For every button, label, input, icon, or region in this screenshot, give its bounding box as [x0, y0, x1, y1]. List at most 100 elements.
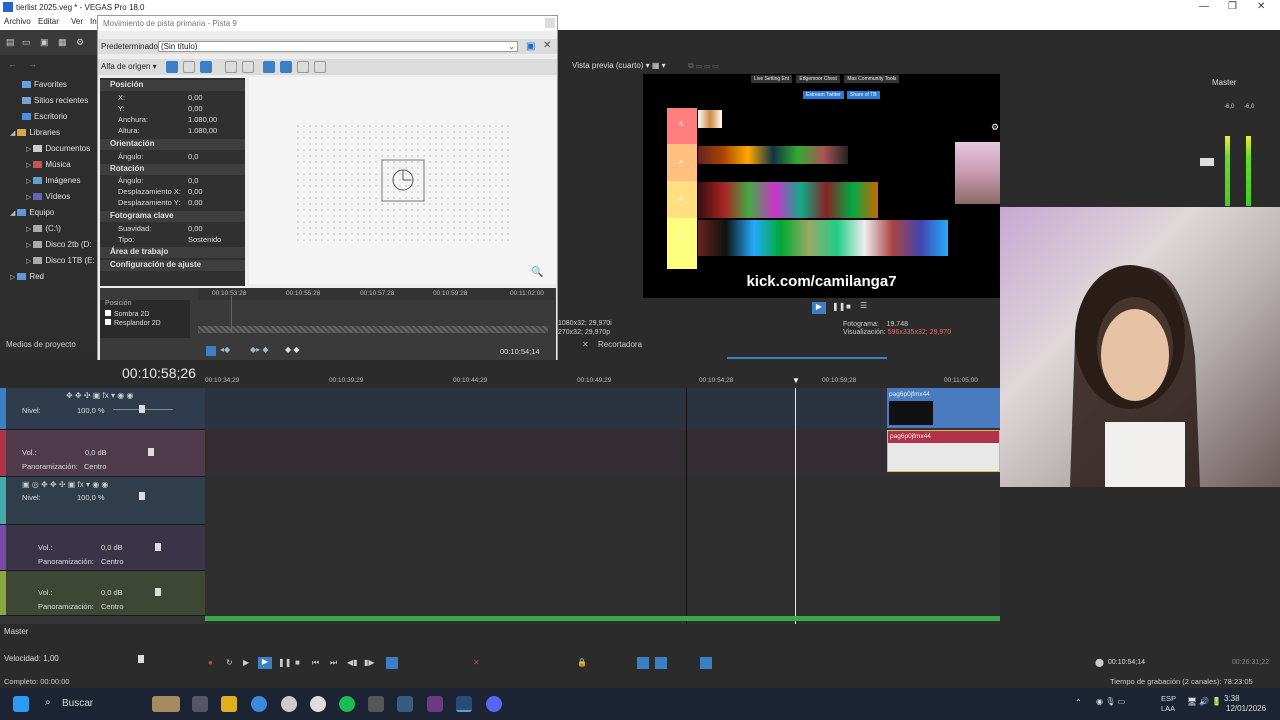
alpha-dropdown[interactable]: Alfa de origen ▾ [101, 62, 157, 71]
prev-frame-icon[interactable]: ◀▮ [347, 658, 358, 667]
taskbar-search[interactable]: Buscar [62, 698, 93, 709]
language-layout[interactable]: LAA [1161, 704, 1175, 713]
tree-item-music[interactable]: ▷ Música [26, 160, 71, 169]
motion-scroll-track[interactable] [198, 326, 548, 333]
section-keyframe[interactable]: Fotograma clave [100, 211, 245, 222]
level-slider[interactable] [139, 492, 145, 500]
tree-item-desktop[interactable]: Escritorio [22, 112, 67, 121]
save-icon[interactable]: ▣ [40, 37, 49, 48]
audio-clip[interactable]: pag6p0jfmx44 [887, 430, 1000, 472]
track-audio-1[interactable]: Vol.: 0,0 dB Panoramización: Centro [0, 430, 205, 477]
first-keyframe-icon[interactable]: ◂◆ [220, 345, 230, 354]
offset-x-value[interactable]: 0,00 [188, 187, 203, 196]
prevent-movement-icon[interactable] [314, 61, 326, 73]
menu-editar[interactable]: Editar [38, 17, 59, 26]
menu-icon[interactable]: ☰ [860, 301, 867, 310]
next-keyframe-icon[interactable]: ◆▸ ◆ [250, 345, 269, 354]
save-preset-icon[interactable]: ▣ [526, 41, 535, 52]
stop-icon[interactable]: ■ [846, 302, 851, 311]
tree-item-images[interactable]: ▷ Imágenes [26, 176, 80, 185]
width-value[interactable]: 1.080,00 [188, 115, 217, 124]
preset-dropdown[interactable]: (Sin título) ⌄ [158, 41, 518, 52]
audio-envelope[interactable] [205, 616, 1000, 621]
tree-item-documents[interactable]: ▷ Documentos [26, 144, 90, 153]
track-vol-value[interactable]: 0,0 dB [85, 448, 107, 457]
section-snap-settings[interactable]: Configuración de ajuste [100, 260, 245, 271]
tree-item-videos[interactable]: ▷ Vídeos [26, 192, 70, 201]
track-video-1[interactable]: ✥ ✥ ✣ ▣ fx ▾ ◉ ◉ Nivel: 100,0 % [0, 388, 205, 430]
speed-slider[interactable] [138, 655, 144, 663]
track-audio-2[interactable]: Vol.: 0,0 dB Panoramización: Centro [0, 525, 205, 571]
zoom-tool-icon[interactable] [200, 61, 212, 73]
language-code[interactable]: ESP [1161, 694, 1176, 703]
motion-track-shadow[interactable]: Sombra 2D [105, 310, 149, 318]
tab-trimmer[interactable]: Recortadora [598, 340, 642, 349]
minimize-icon[interactable]: — [1199, 1, 1209, 12]
play-icon[interactable]: ▶ [812, 302, 826, 314]
lock-icon[interactable]: 🔒 [577, 658, 587, 667]
edit-z-icon[interactable] [297, 61, 309, 73]
spotify-icon[interactable] [339, 696, 355, 712]
vegas-icon[interactable] [456, 696, 472, 712]
play-from-start-icon[interactable]: ▶ [243, 658, 249, 667]
section-position[interactable]: Posición [100, 80, 245, 91]
track-controls-icon[interactable]: ▣ ◎ ✥ ✥ ✣ ▣ fx ▾ ◉ ◉ [22, 480, 108, 489]
smoothness-value[interactable]: 0,00 [188, 224, 203, 233]
properties-icon[interactable]: ▦ [58, 37, 67, 48]
network-icon[interactable]: 🖥 🔊 🔋 [1187, 697, 1222, 706]
tree-item-libraries[interactable]: ◢ Libraries [10, 128, 60, 137]
auto-ripple-icon[interactable] [655, 657, 667, 669]
playhead-marker-icon[interactable]: ▼ [792, 376, 800, 385]
volume-slider[interactable] [155, 588, 161, 596]
task-view-icon[interactable] [192, 696, 208, 712]
lock-envelopes-icon[interactable] [700, 657, 712, 669]
edit-tool-icon[interactable] [166, 61, 178, 73]
tree-item-computer[interactable]: ◢ Equipo [10, 208, 54, 217]
loop-icon[interactable]: ↻ [226, 658, 233, 667]
edit-x-icon[interactable] [263, 61, 275, 73]
tree-item-recent[interactable]: Sitios recientes [22, 96, 88, 105]
section-orientation[interactable]: Orientación [100, 139, 245, 150]
rotation-angle-value[interactable]: 0,0 [188, 176, 198, 185]
video-clip[interactable]: pag6p0jfmx44 [887, 388, 1000, 428]
menu-archivo[interactable]: Archivo [4, 17, 31, 26]
timeline-tracks-area[interactable]: pag6p0jfmx44 pag6p0jfmx44 [205, 388, 1000, 624]
track-video-2[interactable]: ▣ ◎ ✥ ✥ ✣ ▣ fx ▾ ◉ ◉ Nivel: 100,0 % [0, 477, 205, 525]
delete-icon[interactable]: ✕ [473, 658, 480, 667]
go-to-start-icon[interactable]: ⏮ [312, 658, 319, 668]
angle-value[interactable]: 0,0 [188, 152, 198, 161]
record-icon[interactable]: ● [208, 658, 213, 667]
tray-icon[interactable]: ◉ 🎙 ▭ [1096, 697, 1125, 706]
tree-item-drive-d[interactable]: ▷ Disco 2tb (D: [26, 240, 92, 249]
widget-icon[interactable] [152, 696, 180, 712]
delete-preset-icon[interactable]: ✕ [543, 40, 551, 51]
sync-cursor-icon[interactable] [206, 346, 216, 356]
track-controls-icon[interactable]: ✥ ✥ ✣ ▣ fx ▾ ◉ ◉ [66, 391, 133, 400]
tray-chevron-icon[interactable]: ⌃ [1075, 698, 1082, 707]
volume-slider[interactable] [148, 448, 154, 456]
level-slider[interactable] [139, 405, 145, 413]
next-frame-icon[interactable]: ▮▶ [364, 658, 375, 667]
file-explorer-icon[interactable] [221, 696, 237, 712]
clock-date[interactable]: 12/01/2026 [1226, 704, 1266, 713]
stop-icon[interactable]: ■ [295, 658, 300, 667]
track-audio-3[interactable]: Vol.: 0,0 dB Panoramización: Centro [0, 571, 205, 616]
chrome-icon[interactable] [251, 696, 267, 712]
offset-y-value[interactable]: 0,00 [188, 198, 203, 207]
search-icon[interactable]: ⌕ [45, 697, 51, 708]
section-rotation[interactable]: Rotación [100, 164, 245, 175]
add-keyframe-icon[interactable]: ◆ ◆ [285, 345, 300, 354]
discord-icon[interactable] [486, 696, 502, 712]
app-icon[interactable] [427, 696, 443, 712]
open-folder-icon[interactable]: ▭ [22, 37, 31, 48]
scale-about-center-icon[interactable] [242, 61, 254, 73]
windows-start-icon[interactable] [13, 696, 29, 712]
preview-window[interactable]: Live Setting Ent Edgemoor Chest Mas Comm… [643, 74, 1000, 298]
window-close-icon[interactable] [545, 18, 555, 28]
gear-icon[interactable]: ⚙ [76, 37, 84, 48]
tree-item-network[interactable]: ▷ Red [10, 272, 44, 281]
height-value[interactable]: 1.080,00 [188, 126, 217, 135]
close-icon[interactable]: ✕ [1257, 1, 1265, 12]
edit-y-icon[interactable] [280, 61, 292, 73]
menu-ver[interactable]: Ver [71, 17, 83, 26]
